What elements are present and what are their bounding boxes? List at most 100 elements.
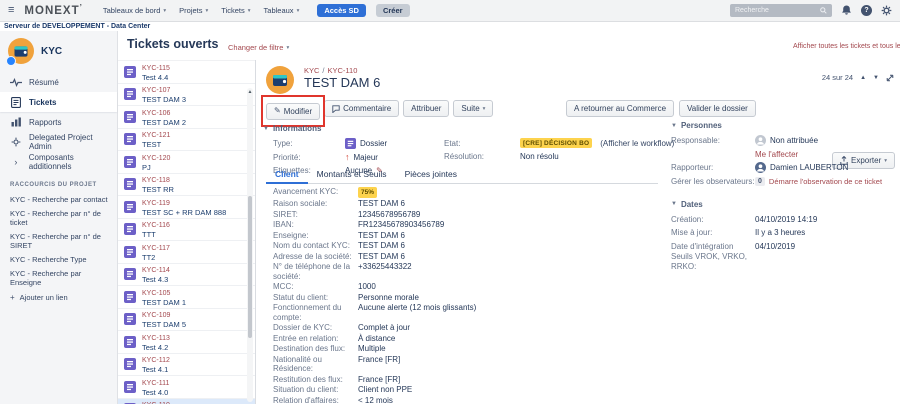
ticket-list-item[interactable]: KYC-106 TEST DAM 2	[118, 106, 255, 129]
menu-tickets[interactable]: Tickets▾	[221, 6, 250, 15]
list-scrollbar[interactable]: ▲	[247, 88, 253, 402]
field-label: N° de téléphone de la société:	[273, 262, 358, 281]
ticket-list-item[interactable]: KYC-109 TEST DAM 5	[118, 309, 255, 332]
change-filter-link[interactable]: Changer de filtre ▾	[228, 43, 289, 52]
ticket-list-item[interactable]: KYC-118 TEST RR	[118, 174, 255, 197]
main-menu: Tableaux de bord▾ Projets▾ Tickets▾ Tabl…	[103, 6, 299, 15]
ticket-list-item[interactable]: KYC-119 TEST SC + RR DAM 888	[118, 196, 255, 219]
watchers-count-badge[interactable]: 0	[755, 177, 765, 186]
scroll-up-arrow-icon[interactable]: ▲	[247, 89, 253, 95]
project-name: KYC	[41, 46, 62, 57]
breadcrumb-ticket-key-link[interactable]: KYC-110	[328, 66, 358, 75]
next-ticket-icon[interactable]: ▼	[873, 75, 879, 81]
suite-button[interactable]: Suite ▾	[453, 100, 493, 117]
dossier-type-icon	[124, 111, 136, 123]
field-label: Destination des flux:	[273, 344, 358, 354]
collapse-icon[interactable]: ▼	[263, 126, 269, 132]
shortcut-recherche-par-numero-ticket[interactable]: KYC - Recherche par n° de ticket	[0, 206, 117, 229]
monext-logo[interactable]: MONEXT’	[24, 5, 82, 17]
ticket-summary: Test 4.2	[142, 343, 245, 353]
dossier-type-icon	[124, 156, 136, 168]
start-watching-link[interactable]: Démarre l'observation de ce ticket	[769, 177, 882, 187]
show-workflow-link[interactable]: (Afficher le workflow)	[600, 139, 674, 148]
tab-pieces-jointes[interactable]: Pièces jointes	[396, 167, 466, 184]
dossier-type-icon	[124, 201, 136, 213]
notifications-bell-icon[interactable]	[841, 5, 852, 16]
breadcrumb-project-link[interactable]: KYC	[304, 66, 319, 75]
previous-ticket-icon[interactable]: ▲	[860, 75, 866, 81]
ticket-list-item[interactable]: KYC-114 Test 4.3	[118, 264, 255, 287]
ticket-list-item[interactable]: KYC-107 TEST DAM 3	[118, 84, 255, 107]
hamburger-menu-icon[interactable]: ≡	[8, 5, 14, 16]
shortcuts-section-title: RACCOURCIS DU PROJET	[10, 182, 117, 188]
field-label: Nom du contact KYC:	[273, 241, 358, 251]
chevron-down-icon: ▾	[163, 8, 166, 14]
shortcut-recherche-type[interactable]: KYC - Recherche Type	[0, 252, 117, 266]
field-value: Multiple	[358, 344, 386, 354]
chevron-down-icon: ▾	[248, 8, 251, 14]
commentaire-button[interactable]: Commentaire	[324, 100, 399, 117]
ticket-list-item[interactable]: KYC-113 Test 4.2	[118, 331, 255, 354]
ticket-list-item[interactable]: KYC-116 TTT	[118, 219, 255, 242]
expand-icon[interactable]	[886, 74, 894, 82]
me-affecter-link[interactable]: Me l'affecter	[755, 150, 798, 160]
shortcut-recherche-par-numero-siret[interactable]: KYC - Recherche par n° de SIRET	[0, 229, 117, 252]
collapse-icon[interactable]: ▼	[671, 123, 677, 129]
reporter-name-link[interactable]: Damien LAUBERTON	[770, 163, 848, 173]
shortcut-recherche-par-contact[interactable]: KYC - Recherche par contact	[0, 192, 117, 206]
ticket-list-item[interactable]: KYC-121 TEST	[118, 129, 255, 152]
tab-montants-et-seuils[interactable]: Montants et Seuils	[308, 167, 396, 184]
sidebar-item-composants-additionnels[interactable]: › Composants additionnels	[0, 152, 117, 172]
affecter-row: Me l'affecter	[671, 150, 899, 160]
admin-gear-icon	[10, 137, 22, 147]
dossier-type-icon	[124, 178, 136, 190]
shortcut-recherche-par-enseigne[interactable]: KYC - Recherche par Enseigne	[0, 266, 117, 289]
menu-projets[interactable]: Projets▾	[179, 6, 208, 15]
field-value: Aucune alerte (12 mois glissants)	[358, 303, 476, 322]
tab-client[interactable]: Client	[266, 167, 308, 184]
retourner-commerce-button[interactable]: A retourner au Commerce	[566, 100, 674, 117]
acces-sd-button[interactable]: Accès SD	[317, 4, 366, 17]
ticket-list-item[interactable]: KYC-105 TEST DAM 1	[118, 286, 255, 309]
field-label: MCC:	[273, 282, 358, 292]
gear-icon[interactable]	[881, 5, 892, 16]
field-label: Relation d'affaires:	[273, 396, 358, 404]
valider-dossier-button[interactable]: Valider le dossier	[679, 100, 756, 117]
ticket-summary: TEST DAM 1	[142, 298, 245, 308]
ticket-list-item[interactable]: KYC-117 TT2	[118, 241, 255, 264]
help-icon[interactable]: ?	[861, 5, 872, 16]
attribuer-button[interactable]: Attribuer	[403, 100, 449, 117]
sidebar-item-rapports[interactable]: Rapports	[0, 112, 117, 132]
collapse-icon[interactable]: ▼	[671, 201, 677, 207]
show-all-tickets-link[interactable]: Afficher toutes les tickets et tous les …	[793, 43, 900, 50]
ticket-key: KYC-105	[142, 289, 245, 298]
bar-chart-icon	[10, 117, 22, 127]
add-link-button[interactable]: + Ajouter un lien	[0, 289, 117, 306]
ticket-list-item[interactable]: KYC-112 Test 4.1	[118, 354, 255, 377]
dossier-type-icon	[124, 291, 136, 303]
menu-tableaux-de-bord[interactable]: Tableaux de bord▾	[103, 6, 166, 15]
sidebar-item-tickets[interactable]: Tickets	[0, 92, 117, 112]
creer-button[interactable]: Créer	[376, 4, 410, 17]
project-header[interactable]: KYC	[0, 36, 117, 72]
field-value: TEST DAM 6	[358, 241, 405, 251]
ticket-list-item[interactable]: KYC-110 TEST DAM 6	[118, 399, 255, 404]
field-value: Personne morale	[358, 293, 419, 303]
ticket-avatar	[266, 66, 294, 94]
ticket-list-item[interactable]: KYC-115 Test 4.4	[118, 61, 255, 84]
sidebar-item-delegated-project-admin[interactable]: Delegated Project Admin	[0, 132, 117, 152]
search-input[interactable]: Recherche	[730, 4, 832, 17]
menu-tableaux[interactable]: Tableaux▾	[264, 6, 300, 15]
informations-section-header[interactable]: ▼ Informations	[263, 124, 321, 133]
field-row: Avancement KYC: 75%	[273, 187, 651, 198]
field-value: France [FR]	[358, 355, 400, 374]
personnes-section-header[interactable]: ▼ Personnes	[671, 121, 899, 130]
dates-section-header[interactable]: ▼ Dates	[671, 200, 899, 209]
ticket-list: KYC-115 Test 4.4 KYC-107 TEST DAM 3 KYC-…	[118, 60, 255, 404]
sidebar-item-resume[interactable]: Résumé	[0, 72, 117, 92]
dossier-type-icon	[124, 313, 136, 325]
scrollbar-thumb[interactable]	[248, 196, 252, 338]
ticket-list-item[interactable]: KYC-111 Test 4.0	[118, 376, 255, 399]
ticket-key: KYC-112	[142, 356, 245, 365]
ticket-list-item[interactable]: KYC-120 PJ	[118, 151, 255, 174]
